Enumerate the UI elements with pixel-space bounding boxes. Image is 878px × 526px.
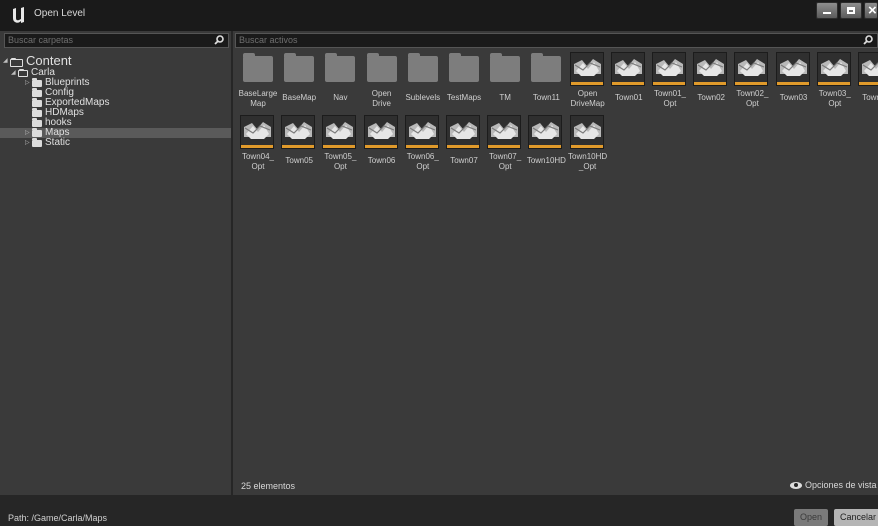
open-button[interactable]: Open	[794, 509, 828, 526]
window-title: Open Level	[34, 8, 86, 19]
open-folder-icon	[10, 58, 23, 67]
tree-item-config[interactable]: Config	[0, 88, 231, 98]
level-map-icon	[446, 115, 480, 149]
search-icon[interactable]	[214, 35, 224, 45]
folder-panel: Buscar carpetas ◢ Content ◢ Carla ▷ Blueprint…	[0, 31, 231, 495]
tree-item-maps[interactable]: ▷ Maps	[0, 128, 231, 138]
tree-item-hdmaps[interactable]: HDMaps	[0, 108, 231, 118]
view-options-label: Opciones de vista	[805, 480, 877, 490]
level-map-icon	[363, 115, 398, 149]
level-map-icon	[775, 52, 810, 86]
asset-panel: Buscar activos BaseLarge Map BaseMap Nav Ope…	[233, 31, 878, 495]
eye-icon	[790, 482, 802, 490]
close-button[interactable]	[864, 2, 878, 19]
level-map-icon	[816, 52, 851, 86]
folder-icon	[325, 53, 356, 82]
folder-tree: ◢ Content ◢ Carla ▷ Blueprints Config ExportedM…	[0, 54, 231, 148]
title-bar: Open Level	[0, 0, 878, 31]
maximize-button[interactable]	[840, 2, 862, 19]
level-map-icon	[734, 52, 769, 86]
path-label: Path: /Game/Carla/Maps	[8, 513, 108, 523]
minimize-button[interactable]	[816, 2, 838, 19]
level-map-icon	[322, 115, 357, 149]
collapsed-arrow-icon[interactable]: ▷	[25, 78, 30, 88]
expanded-arrow-icon[interactable]: ◢	[11, 68, 16, 78]
tree-item-static[interactable]: ▷ Static	[0, 138, 231, 148]
folder-icon	[284, 53, 315, 82]
collapsed-arrow-icon[interactable]: ▷	[25, 128, 30, 138]
folder-icon	[407, 53, 438, 82]
tree-item-hooks[interactable]: hooks	[0, 118, 231, 128]
level-map-icon	[281, 115, 316, 149]
folder-icon	[32, 138, 42, 147]
level-map-icon	[858, 52, 878, 86]
folder-icon	[531, 53, 562, 82]
folder-icon	[32, 108, 42, 117]
folder-icon	[32, 88, 42, 97]
tree-item-label: Content	[26, 53, 72, 68]
level-map-icon	[652, 52, 686, 86]
tree-item-exportedmaps[interactable]: ExportedMaps	[0, 98, 231, 108]
asset-name: Town04	[862, 93, 878, 102]
tree-item-carla[interactable]: ◢ Carla	[0, 68, 231, 78]
level-map-icon	[487, 115, 522, 149]
folder-icon	[449, 53, 479, 82]
item-count: 25 elementos	[241, 481, 296, 491]
tree-item-content[interactable]: ◢ Content	[0, 54, 231, 68]
unreal-logo-icon	[13, 7, 24, 23]
expanded-arrow-icon[interactable]: ◢	[3, 54, 8, 68]
level-map-icon	[569, 52, 604, 86]
open-folder-icon	[18, 69, 28, 77]
folder-icon	[366, 53, 397, 82]
level-map-icon	[610, 52, 645, 86]
folder-icon	[243, 53, 273, 82]
folder-icon	[32, 78, 42, 87]
folder-search-input[interactable]: Buscar carpetas	[4, 33, 229, 48]
level-map-icon	[528, 115, 563, 149]
level-map-icon	[693, 52, 728, 86]
folder-icon	[490, 53, 521, 82]
collapsed-arrow-icon[interactable]: ▷	[25, 138, 30, 148]
search-icon[interactable]	[863, 35, 873, 45]
asset-search-input[interactable]: Buscar activos	[235, 33, 878, 48]
asset-name: Town10HD _Opt	[568, 152, 608, 171]
folder-icon	[32, 98, 42, 107]
level-map-icon	[404, 115, 439, 149]
tree-item-label: Static	[45, 137, 71, 148]
folder-icon	[32, 128, 42, 137]
level-map-icon	[240, 115, 274, 149]
map-tile[interactable]: Town10HD _Opt	[567, 115, 609, 173]
view-options-button[interactable]: Opciones de vista	[790, 480, 877, 490]
map-tile[interactable]: Town04	[855, 52, 878, 110]
cancel-button[interactable]: Cancelar	[834, 509, 878, 526]
folder-icon	[32, 118, 42, 127]
tree-item-blueprints[interactable]: ▷ Blueprints	[0, 78, 231, 88]
level-map-icon	[569, 115, 604, 149]
